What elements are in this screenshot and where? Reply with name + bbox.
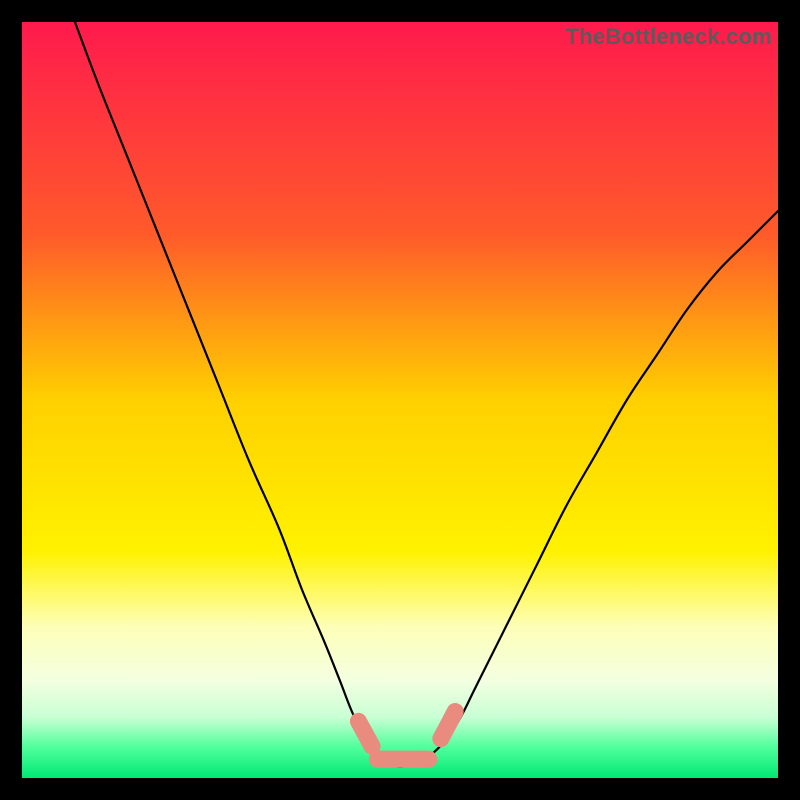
gradient-background bbox=[22, 22, 778, 778]
outer-frame: TheBottleneck.com bbox=[0, 0, 800, 800]
pill-left bbox=[358, 721, 372, 746]
watermark-text: TheBottleneck.com bbox=[566, 24, 772, 50]
chart-svg bbox=[22, 22, 778, 778]
plot-area bbox=[22, 22, 778, 778]
